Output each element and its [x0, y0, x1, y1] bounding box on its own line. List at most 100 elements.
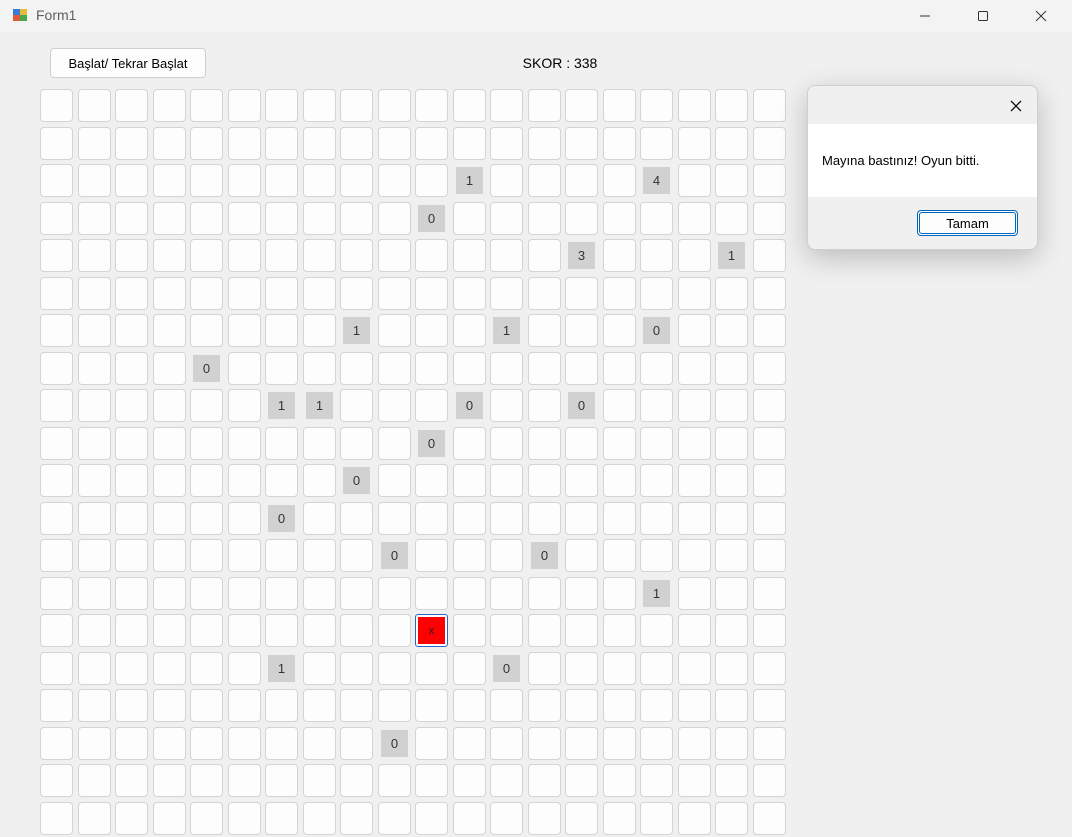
- hidden-cell[interactable]: [453, 614, 486, 647]
- hidden-cell[interactable]: [603, 427, 636, 460]
- hidden-cell[interactable]: [115, 727, 148, 760]
- revealed-cell[interactable]: 0: [565, 389, 598, 422]
- hidden-cell[interactable]: [115, 614, 148, 647]
- hidden-cell[interactable]: [528, 389, 561, 422]
- hidden-cell[interactable]: [265, 352, 298, 385]
- hidden-cell[interactable]: [378, 502, 411, 535]
- hidden-cell[interactable]: [415, 127, 448, 160]
- hidden-cell[interactable]: [190, 539, 223, 572]
- hidden-cell[interactable]: [340, 539, 373, 572]
- hidden-cell[interactable]: [640, 352, 673, 385]
- hidden-cell[interactable]: [40, 764, 73, 797]
- hidden-cell[interactable]: [40, 389, 73, 422]
- dialog-ok-button[interactable]: Tamam: [917, 210, 1018, 236]
- hidden-cell[interactable]: [528, 764, 561, 797]
- hidden-cell[interactable]: [153, 577, 186, 610]
- hidden-cell[interactable]: [153, 764, 186, 797]
- hidden-cell[interactable]: [490, 539, 523, 572]
- hidden-cell[interactable]: [753, 202, 786, 235]
- revealed-cell[interactable]: 1: [265, 389, 298, 422]
- hidden-cell[interactable]: [453, 464, 486, 497]
- hidden-cell[interactable]: [528, 89, 561, 122]
- hidden-cell[interactable]: [640, 277, 673, 310]
- hidden-cell[interactable]: [228, 727, 261, 760]
- hidden-cell[interactable]: [78, 314, 111, 347]
- hidden-cell[interactable]: [303, 689, 336, 722]
- revealed-cell[interactable]: 0: [528, 539, 561, 572]
- hidden-cell[interactable]: [603, 277, 636, 310]
- hidden-cell[interactable]: [40, 689, 73, 722]
- hidden-cell[interactable]: [640, 614, 673, 647]
- hidden-cell[interactable]: [378, 689, 411, 722]
- hidden-cell[interactable]: [228, 352, 261, 385]
- hidden-cell[interactable]: [78, 127, 111, 160]
- hidden-cell[interactable]: [78, 389, 111, 422]
- hidden-cell[interactable]: [453, 202, 486, 235]
- hidden-cell[interactable]: [303, 727, 336, 760]
- hidden-cell[interactable]: [528, 127, 561, 160]
- hidden-cell[interactable]: [378, 764, 411, 797]
- hidden-cell[interactable]: [303, 539, 336, 572]
- hidden-cell[interactable]: [303, 89, 336, 122]
- hidden-cell[interactable]: [265, 764, 298, 797]
- hidden-cell[interactable]: [190, 164, 223, 197]
- hidden-cell[interactable]: [115, 89, 148, 122]
- hidden-cell[interactable]: [40, 314, 73, 347]
- hidden-cell[interactable]: [153, 689, 186, 722]
- hidden-cell[interactable]: [415, 577, 448, 610]
- hidden-cell[interactable]: [228, 502, 261, 535]
- hidden-cell[interactable]: [78, 502, 111, 535]
- hidden-cell[interactable]: [528, 164, 561, 197]
- hidden-cell[interactable]: [640, 427, 673, 460]
- hidden-cell[interactable]: [753, 539, 786, 572]
- hidden-cell[interactable]: [190, 614, 223, 647]
- hidden-cell[interactable]: [228, 89, 261, 122]
- hidden-cell[interactable]: [603, 764, 636, 797]
- hidden-cell[interactable]: [453, 689, 486, 722]
- hidden-cell[interactable]: [415, 727, 448, 760]
- hidden-cell[interactable]: [153, 427, 186, 460]
- hidden-cell[interactable]: [753, 502, 786, 535]
- hidden-cell[interactable]: [115, 314, 148, 347]
- hidden-cell[interactable]: [78, 277, 111, 310]
- hidden-cell[interactable]: [715, 577, 748, 610]
- hidden-cell[interactable]: [603, 802, 636, 835]
- hidden-cell[interactable]: [40, 502, 73, 535]
- hidden-cell[interactable]: [640, 127, 673, 160]
- hidden-cell[interactable]: [265, 164, 298, 197]
- hidden-cell[interactable]: [490, 89, 523, 122]
- hidden-cell[interactable]: [340, 202, 373, 235]
- hidden-cell[interactable]: [228, 689, 261, 722]
- hidden-cell[interactable]: [265, 802, 298, 835]
- hidden-cell[interactable]: [565, 464, 598, 497]
- hidden-cell[interactable]: [565, 127, 598, 160]
- hidden-cell[interactable]: [715, 277, 748, 310]
- hidden-cell[interactable]: [565, 202, 598, 235]
- minimize-button[interactable]: [896, 0, 954, 32]
- hidden-cell[interactable]: [153, 202, 186, 235]
- hidden-cell[interactable]: [115, 164, 148, 197]
- hidden-cell[interactable]: [78, 464, 111, 497]
- hidden-cell[interactable]: [303, 427, 336, 460]
- hidden-cell[interactable]: [715, 502, 748, 535]
- hidden-cell[interactable]: [228, 427, 261, 460]
- hidden-cell[interactable]: [228, 464, 261, 497]
- hidden-cell[interactable]: [190, 202, 223, 235]
- hidden-cell[interactable]: [715, 652, 748, 685]
- hidden-cell[interactable]: [565, 352, 598, 385]
- hidden-cell[interactable]: [715, 352, 748, 385]
- hidden-cell[interactable]: [40, 127, 73, 160]
- hidden-cell[interactable]: [228, 277, 261, 310]
- hidden-cell[interactable]: [490, 427, 523, 460]
- hidden-cell[interactable]: [453, 89, 486, 122]
- hidden-cell[interactable]: [40, 202, 73, 235]
- hidden-cell[interactable]: [303, 352, 336, 385]
- hidden-cell[interactable]: [415, 352, 448, 385]
- hidden-cell[interactable]: [115, 427, 148, 460]
- hidden-cell[interactable]: [603, 689, 636, 722]
- hidden-cell[interactable]: [678, 127, 711, 160]
- hidden-cell[interactable]: [678, 614, 711, 647]
- hidden-cell[interactable]: [415, 239, 448, 272]
- revealed-cell[interactable]: 1: [640, 577, 673, 610]
- hidden-cell[interactable]: [565, 539, 598, 572]
